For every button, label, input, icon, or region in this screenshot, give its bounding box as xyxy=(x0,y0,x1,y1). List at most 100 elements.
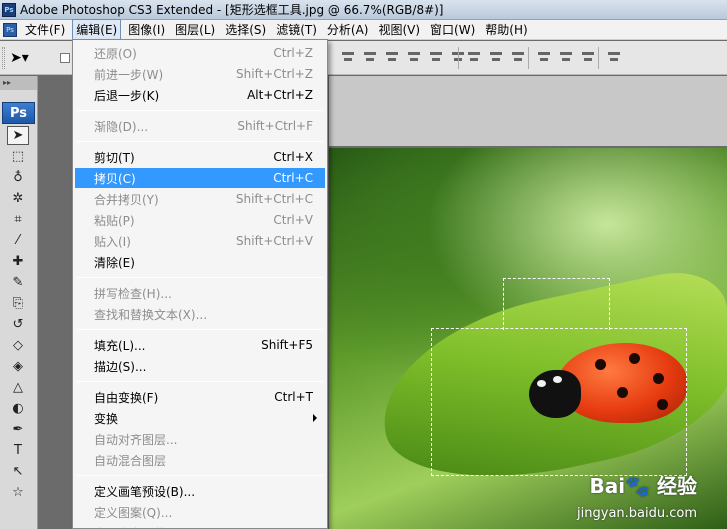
align-vcenter-icon[interactable] xyxy=(362,49,378,65)
edit-menu-item[interactable]: 拼写检查(H)... xyxy=(75,283,325,303)
auto-align-layers-icon[interactable] xyxy=(606,49,622,65)
menu-0[interactable]: 文件(F) xyxy=(22,20,68,39)
edit-menu-item[interactable]: 查找和替换文本(X)... xyxy=(75,304,325,324)
options-bar-grip[interactable] xyxy=(2,47,5,69)
distribute-hcenter-icon[interactable] xyxy=(558,49,574,65)
menu-item-label: 定义画笔预设(B)... xyxy=(94,484,196,499)
magic-wand-tool-icon[interactable]: ✲ xyxy=(7,189,29,208)
edit-menu-item[interactable]: 渐隐(D)... Shift+Ctrl+F xyxy=(75,116,325,136)
menu-6[interactable]: 分析(A) xyxy=(324,20,372,39)
dodge-tool-icon[interactable]: ◐ xyxy=(7,399,29,418)
window-title: Adobe Photoshop CS3 Extended - [矩形选框工具.j… xyxy=(20,3,444,17)
photoshop-app-icon: Ps xyxy=(2,2,16,17)
menu-item-shortcut: Shift+Ctrl+V xyxy=(236,234,313,248)
menu-item-shortcut: Ctrl+T xyxy=(274,390,313,404)
auto-select-checkbox[interactable] xyxy=(60,53,70,63)
edit-menu-item[interactable]: 定义自定形状(J)... xyxy=(75,523,325,529)
slice-tool-icon[interactable]: ⁄ xyxy=(7,231,29,250)
align-left-icon[interactable] xyxy=(406,49,422,65)
menu-separator xyxy=(77,277,323,278)
menu-5[interactable]: 滤镜(T) xyxy=(273,20,320,39)
ladybug-photo[interactable]: Bai🐾 经验 jingyan.baidu.com xyxy=(329,148,727,529)
menu-9[interactable]: 帮助(H) xyxy=(482,20,530,39)
tools-panel: ▸▸ Ps ➤ ⬚ ♁ ✲ ⌗ ⁄ ✚ ✎ ⎘ ↺ ◇ ◈ △ ◐ ✒ T ↖ ☆ xyxy=(0,76,38,529)
menu-item-label: 自动对齐图层... xyxy=(94,432,178,447)
menu-item-label: 描边(S)... xyxy=(94,359,147,374)
distribute-top-icon[interactable] xyxy=(466,49,482,65)
menu-8[interactable]: 窗口(W) xyxy=(427,20,478,39)
edit-menu-item[interactable]: 描边(S)... xyxy=(75,356,325,376)
edit-menu-item[interactable]: 自动混合图层 xyxy=(75,450,325,470)
edit-menu-item[interactable]: 后退一步(K) Alt+Ctrl+Z xyxy=(75,85,325,105)
type-tool-icon[interactable]: T xyxy=(7,441,29,460)
edit-menu-item[interactable]: 前进一步(W) Shift+Ctrl+Z xyxy=(75,64,325,84)
brush-tool-icon[interactable]: ✎ xyxy=(7,273,29,292)
stamp-tool-icon[interactable]: ⎘ xyxy=(7,294,29,313)
edit-menu-item[interactable]: 清除(E) xyxy=(75,252,325,272)
menu-separator xyxy=(77,141,323,142)
marquee-selection-top xyxy=(503,278,610,330)
menu-item-label: 拷贝(C) xyxy=(94,171,136,186)
edit-menu-item[interactable]: 定义画笔预设(B)... xyxy=(75,481,325,501)
healing-tool-icon[interactable]: ✚ xyxy=(7,252,29,271)
align-hcenter-icon[interactable] xyxy=(428,49,444,65)
edit-menu-item[interactable]: 拷贝(C) Ctrl+C xyxy=(75,168,325,188)
menu-3[interactable]: 图层(L) xyxy=(172,20,218,39)
edit-menu-item[interactable]: 填充(L)... Shift+F5 xyxy=(75,335,325,355)
menu-item-shortcut: Shift+Ctrl+Z xyxy=(236,67,313,81)
path-select-tool-icon[interactable]: ↖ xyxy=(7,462,29,481)
photoshop-logo[interactable]: Ps xyxy=(2,102,35,124)
shape-tool-icon[interactable]: ☆ xyxy=(7,483,29,502)
document-icon[interactable]: Ps xyxy=(3,23,17,37)
distribute-h-icons-group xyxy=(536,49,596,67)
lasso-tool-icon[interactable]: ♁ xyxy=(7,168,29,187)
menu-2[interactable]: 图像(I) xyxy=(125,20,168,39)
menu-item-label: 渐隐(D)... xyxy=(94,119,149,134)
menu-item-label: 自动混合图层 xyxy=(94,453,167,468)
menu-item-shortcut: Ctrl+V xyxy=(273,213,313,227)
align-bottom-icon[interactable] xyxy=(384,49,400,65)
auto-align-group xyxy=(606,49,622,67)
menu-item-label: 填充(L)... xyxy=(94,338,146,353)
menu-separator xyxy=(77,475,323,476)
edit-menu-item[interactable]: 自动对齐图层... xyxy=(75,429,325,449)
options-separator xyxy=(598,47,599,69)
menu-item-shortcut: Shift+Ctrl+C xyxy=(235,192,313,206)
move-tool-icon[interactable]: ➤ xyxy=(7,126,29,145)
blur-tool-icon[interactable]: △ xyxy=(7,378,29,397)
eraser-tool-icon[interactable]: ◇ xyxy=(7,336,29,355)
menu-4[interactable]: 选择(S) xyxy=(222,20,269,39)
tools-panel-header[interactable]: ▸▸ xyxy=(0,76,37,90)
edit-menu-item[interactable]: 变换 xyxy=(75,408,325,428)
edit-menu-item[interactable]: 还原(O) Ctrl+Z xyxy=(75,43,325,63)
menu-item-label: 粘贴(P) xyxy=(94,213,135,228)
edit-menu-item[interactable]: 自由变换(F) Ctrl+T xyxy=(75,387,325,407)
history-brush-tool-icon[interactable]: ↺ xyxy=(7,315,29,334)
edit-menu-item[interactable]: 定义图案(Q)... xyxy=(75,502,325,522)
crop-tool-icon[interactable]: ⌗ xyxy=(7,210,29,229)
menu-item-label: 清除(E) xyxy=(94,255,135,270)
edit-menu-item[interactable]: 贴入(I) Shift+Ctrl+V xyxy=(75,231,325,251)
options-separator xyxy=(528,47,529,69)
move-tool-preset-icon[interactable]: ➤▾ xyxy=(10,50,40,66)
menu-item-label: 剪切(T) xyxy=(94,150,135,165)
menu-1[interactable]: 编辑(E) xyxy=(72,19,122,40)
distribute-vcenter-icon[interactable] xyxy=(488,49,504,65)
align-top-icon[interactable] xyxy=(340,49,356,65)
edit-menu-item[interactable]: 合并拷贝(Y) Shift+Ctrl+C xyxy=(75,189,325,209)
menu-item-shortcut: Ctrl+X xyxy=(273,150,313,164)
edit-menu-dropdown: 还原(O) Ctrl+Z 前进一步(W) Shift+Ctrl+Z 后退一步(K) Alt… xyxy=(72,39,328,529)
menu-item-label: 定义自定形状(J)... xyxy=(94,525,190,529)
menu-item-label: 后退一步(K) xyxy=(94,88,160,103)
distribute-right-icon[interactable] xyxy=(580,49,596,65)
distribute-bottom-icon[interactable] xyxy=(510,49,526,65)
edit-menu-item[interactable]: 粘贴(P) Ctrl+V xyxy=(75,210,325,230)
menu-7[interactable]: 视图(V) xyxy=(375,20,423,39)
distribute-left-icon[interactable] xyxy=(536,49,552,65)
paint-bucket-tool-icon[interactable]: ◈ xyxy=(7,357,29,376)
edit-menu-item[interactable]: 剪切(T) Ctrl+X xyxy=(75,147,325,167)
menu-bar: Ps 文件(F) 编辑(E) 图像(I) 图层(L) 选择(S) 滤镜(T) 分析(A) 视图… xyxy=(0,19,727,40)
marquee-tool-icon[interactable]: ⬚ xyxy=(7,147,29,166)
baidu-watermark: Bai🐾 经验 xyxy=(589,474,697,498)
pen-tool-icon[interactable]: ✒ xyxy=(7,420,29,439)
